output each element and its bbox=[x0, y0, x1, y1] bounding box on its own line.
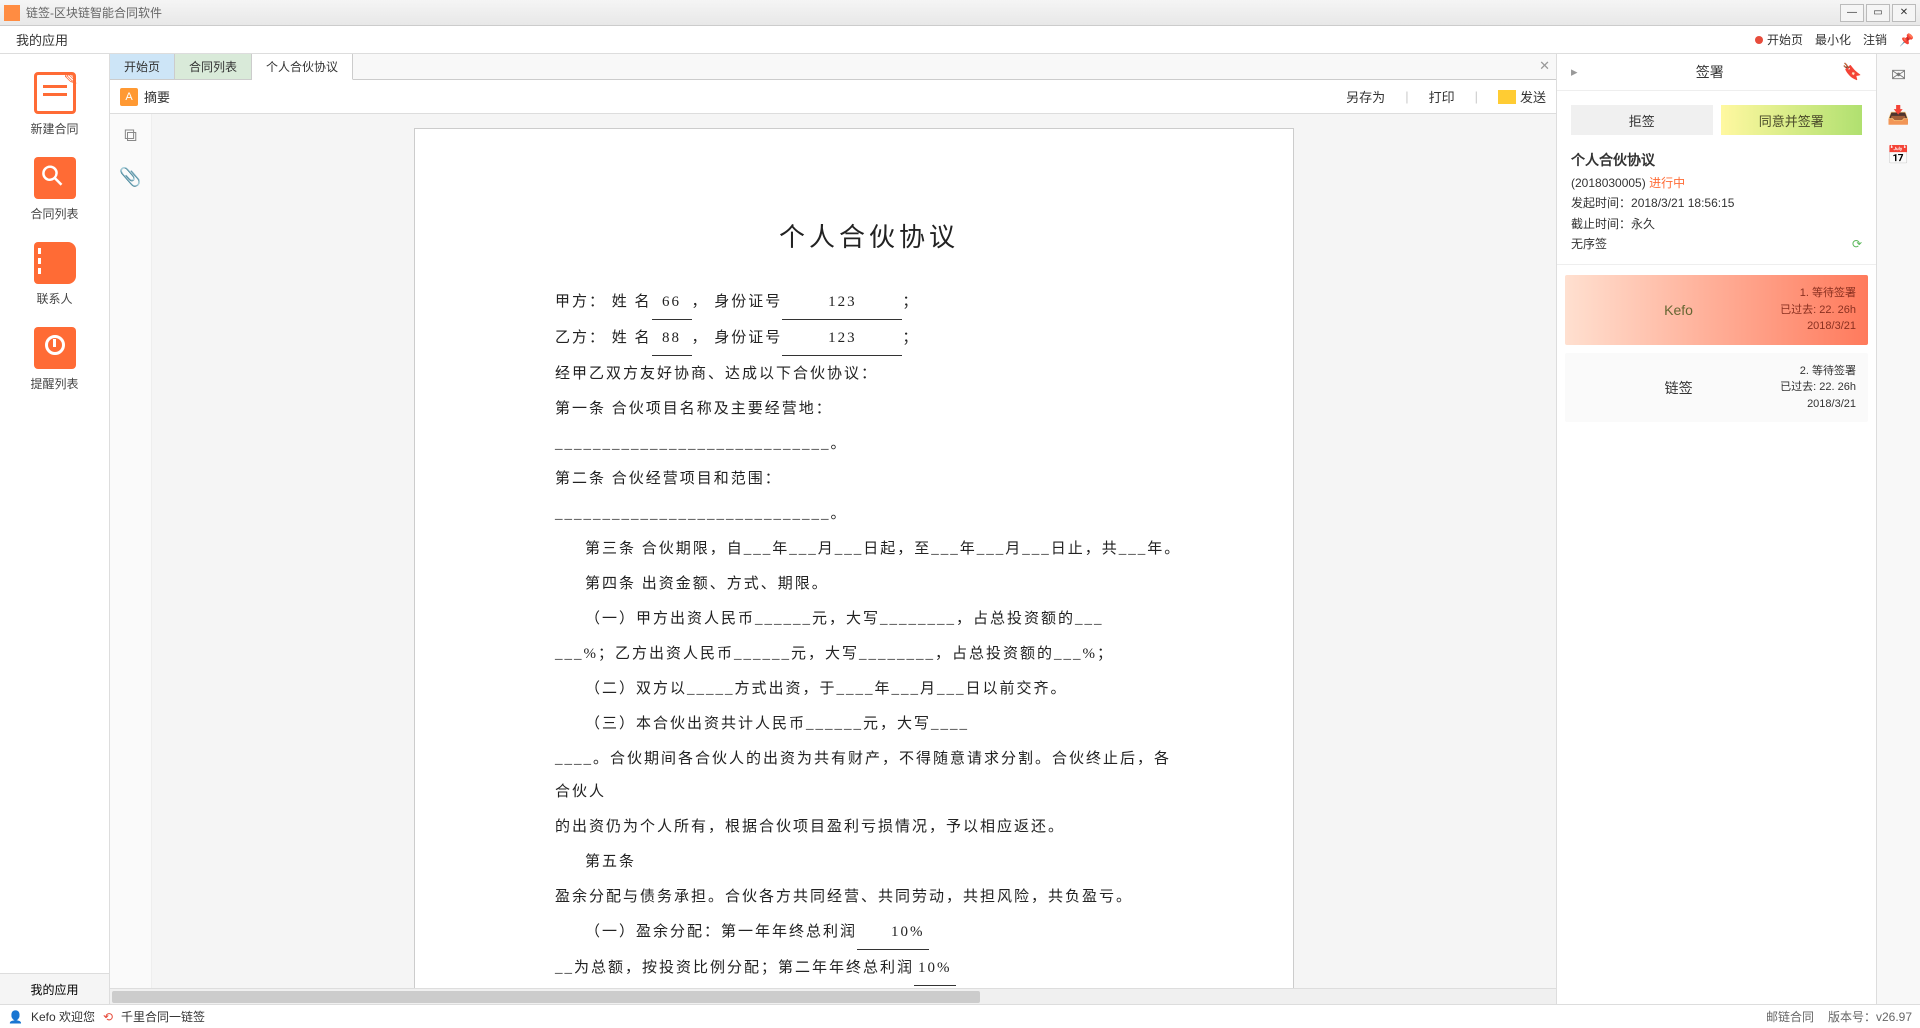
pin-icon[interactable]: 📌 bbox=[1899, 33, 1914, 47]
right-icon-strip: ✉ 📥 📅 bbox=[1876, 54, 1920, 1004]
minimize-button[interactable]: — bbox=[1840, 4, 1864, 22]
signer-status: 1. 等待签署 bbox=[1780, 285, 1856, 302]
sidebar-item-reminders[interactable]: 提醒列表 bbox=[15, 317, 95, 402]
abstract-icon: A bbox=[120, 88, 138, 106]
envelope-icon bbox=[1498, 90, 1516, 104]
signer-list: Kefo 1. 等待签署 已过去: 22. 26h 2018/3/21 链签 2… bbox=[1557, 265, 1876, 432]
contacts-icon bbox=[34, 242, 76, 284]
start-time: 2018/3/21 18:56:15 bbox=[1631, 196, 1734, 210]
collapse-icon[interactable]: ▸ bbox=[1571, 64, 1578, 80]
menu-minimize[interactable]: 最小化 bbox=[1815, 31, 1851, 48]
party-a-line: 甲方： 姓 名66， 身份证号123； bbox=[555, 286, 1183, 320]
tab-start[interactable]: 开始页 bbox=[110, 54, 175, 79]
sign-actions: 拒签 同意并签署 bbox=[1557, 91, 1876, 149]
scrollbar-thumb[interactable] bbox=[112, 991, 980, 1003]
tab-bar: 开始页 合同列表 个人合伙协议 ✕ bbox=[110, 54, 1556, 80]
bookmark-icon[interactable]: 🔖 bbox=[1842, 62, 1862, 82]
status-slogan: 千里合同一链签 bbox=[121, 1008, 205, 1025]
signer-card[interactable]: Kefo 1. 等待签署 已过去: 22. 26h 2018/3/21 bbox=[1565, 275, 1868, 345]
status-user: Kefo 欢迎您 bbox=[31, 1008, 95, 1025]
left-sidebar: 新建合同 合同列表 联系人 提醒列表 我的应用 bbox=[0, 54, 110, 1004]
menu-logout[interactable]: 注销 bbox=[1863, 31, 1887, 48]
notification-dot-icon bbox=[1755, 36, 1763, 44]
tab-contract-list[interactable]: 合同列表 bbox=[175, 54, 252, 79]
horizontal-scrollbar[interactable] bbox=[110, 988, 1556, 1004]
reminder-icon bbox=[34, 327, 76, 369]
main-layout: 新建合同 合同列表 联系人 提醒列表 我的应用 开始页 合同列表 个人合伙协议 … bbox=[0, 54, 1920, 1004]
copy-icon[interactable]: ⧉ bbox=[120, 124, 142, 146]
new-contract-icon bbox=[34, 72, 76, 114]
document-side-toolbar: ⧉ 📎 bbox=[110, 114, 152, 988]
contract-name: 个人合伙协议 bbox=[1571, 149, 1862, 173]
contract-status: 进行中 bbox=[1649, 176, 1685, 190]
user-icon: 👤 bbox=[8, 1010, 23, 1024]
signer-date: 2018/3/21 bbox=[1780, 318, 1856, 335]
mail-new-icon[interactable]: ✉ bbox=[1886, 62, 1912, 88]
titlebar: 链签-区块链智能合同软件 — ▭ ✕ bbox=[0, 0, 1920, 26]
sidebar-item-contract-list[interactable]: 合同列表 bbox=[15, 147, 95, 232]
status-version: v26.97 bbox=[1876, 1010, 1912, 1024]
document-page: 个人合伙协议 甲方： 姓 名66， 身份证号123； 乙方： 姓 名88， 身份… bbox=[414, 128, 1294, 988]
menu-start-page[interactable]: 开始页 bbox=[1755, 31, 1803, 48]
sidebar-label: 联系人 bbox=[36, 290, 72, 307]
end-time: 永久 bbox=[1631, 217, 1655, 231]
tabs-close-icon[interactable]: ✕ bbox=[1539, 58, 1550, 74]
signer-status: 2. 等待签署 bbox=[1780, 363, 1856, 380]
agree-sign-button[interactable]: 同意并签署 bbox=[1721, 105, 1863, 135]
attachment-icon[interactable]: 📎 bbox=[120, 166, 142, 188]
document-toolbar: A 摘要 另存为 | 打印 | 发送 bbox=[110, 80, 1556, 114]
refresh-icon[interactable]: ⟳ bbox=[1852, 234, 1862, 254]
sidebar-item-new-contract[interactable]: 新建合同 bbox=[15, 62, 95, 147]
menu-my-app[interactable]: 我的应用 bbox=[6, 26, 78, 53]
close-button[interactable]: ✕ bbox=[1892, 4, 1916, 22]
tab-partnership[interactable]: 个人合伙协议 bbox=[252, 54, 353, 80]
app-title: 链签-区块链智能合同软件 bbox=[26, 4, 1840, 21]
sidebar-bottom: 我的应用 bbox=[0, 973, 109, 1004]
right-panel: ▸ 签署 🔖 拒签 同意并签署 个人合伙协议 (2018030005) 进行中 … bbox=[1556, 54, 1876, 1004]
document-scroll[interactable]: 个人合伙协议 甲方： 姓 名66， 身份证号123； 乙方： 姓 名88， 身份… bbox=[152, 114, 1556, 988]
center-panel: 开始页 合同列表 个人合伙协议 ✕ A 摘要 另存为 | 打印 | 发送 bbox=[110, 54, 1556, 1004]
party-b-line: 乙方： 姓 名88， 身份证号123； bbox=[555, 322, 1183, 356]
sign-order: 无序签 bbox=[1571, 234, 1862, 254]
signer-elapsed: 已过去: 22. 26h bbox=[1780, 302, 1856, 319]
contract-info: 个人合伙协议 (2018030005) 进行中 发起时间：2018/3/21 1… bbox=[1557, 149, 1876, 265]
document-title: 个人合伙协议 bbox=[555, 209, 1183, 266]
sidebar-item-contacts[interactable]: 联系人 bbox=[15, 232, 95, 317]
sign-title: 签署 bbox=[1696, 62, 1724, 82]
calendar-icon[interactable]: 📅 bbox=[1886, 142, 1912, 168]
inbox-icon[interactable]: 📥 bbox=[1886, 102, 1912, 128]
sidebar-label: 提醒列表 bbox=[30, 375, 78, 392]
contract-number: (2018030005) bbox=[1571, 176, 1646, 190]
reject-button[interactable]: 拒签 bbox=[1571, 105, 1713, 135]
signer-card[interactable]: 链签 2. 等待签署 已过去: 22. 26h 2018/3/21 bbox=[1565, 353, 1868, 423]
maximize-button[interactable]: ▭ bbox=[1866, 4, 1890, 22]
link-icon: ⟲ bbox=[103, 1010, 113, 1024]
signer-date: 2018/3/21 bbox=[1780, 396, 1856, 413]
abstract-button[interactable]: A 摘要 bbox=[120, 87, 170, 106]
search-icon bbox=[34, 157, 76, 199]
abstract-label: 摘要 bbox=[144, 87, 170, 106]
status-network: 邮链合同 bbox=[1766, 1008, 1814, 1025]
right-panel-header: ▸ 签署 🔖 bbox=[1557, 54, 1876, 91]
app-icon bbox=[4, 5, 20, 21]
signer-elapsed: 已过去: 22. 26h bbox=[1780, 379, 1856, 396]
signer-name: Kefo bbox=[1577, 285, 1780, 335]
document-body: ⧉ 📎 个人合伙协议 甲方： 姓 名66， 身份证号123； 乙方： 姓 名88… bbox=[110, 114, 1556, 988]
sidebar-my-app-button[interactable]: 我的应用 bbox=[0, 974, 109, 1004]
status-bar: 👤 Kefo 欢迎您 ⟲ 千里合同一链签 邮链合同 版本号：v26.97 bbox=[0, 1004, 1920, 1028]
sidebar-label: 合同列表 bbox=[30, 205, 78, 222]
window-buttons: — ▭ ✕ bbox=[1840, 4, 1916, 22]
menubar: 我的应用 开始页 最小化 注销 📌 bbox=[0, 26, 1920, 54]
signer-name: 链签 bbox=[1577, 363, 1780, 413]
send-button[interactable]: 发送 bbox=[1498, 87, 1546, 106]
save-as-button[interactable]: 另存为 bbox=[1346, 87, 1385, 106]
sidebar-label: 新建合同 bbox=[30, 120, 78, 137]
print-button[interactable]: 打印 bbox=[1429, 87, 1455, 106]
